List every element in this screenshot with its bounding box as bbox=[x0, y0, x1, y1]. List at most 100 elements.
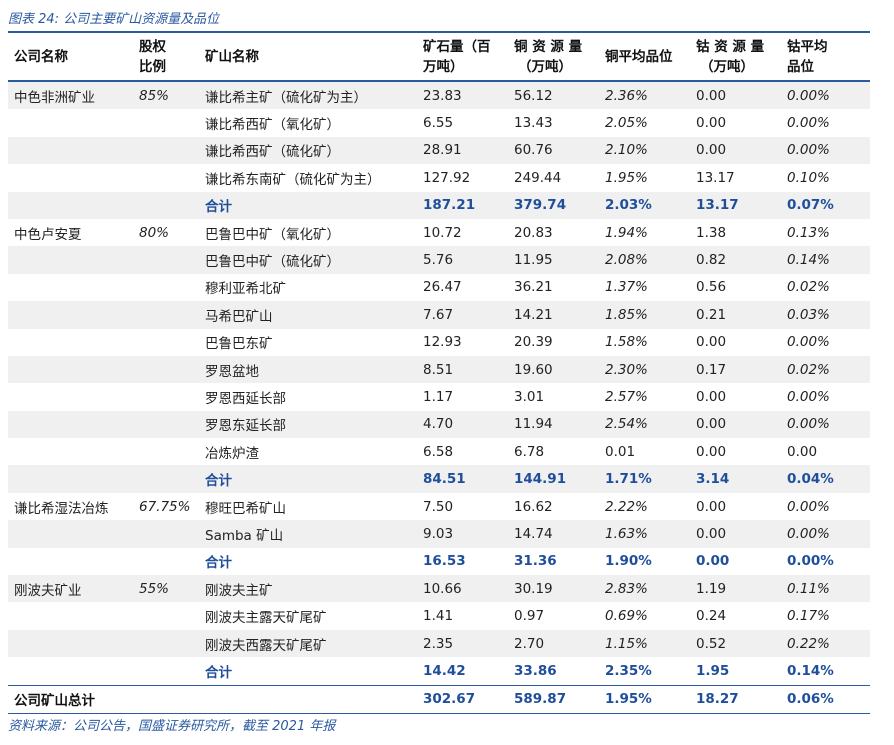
ore-cell: 16.53 bbox=[423, 553, 466, 570]
table-row: 中色卢安夏 80% 巴鲁巴中矿（氧化矿） 10.72 20.83 1.94% 1.38 0.1… bbox=[8, 219, 870, 246]
table-row: 刚波夫主露天矿尾矿 1.41 0.97 0.69% 0.24 0.17% bbox=[8, 602, 870, 629]
co-resource-cell: 1.19 bbox=[690, 575, 781, 603]
header-co-grade-line2: 品位 bbox=[787, 59, 814, 75]
table-body: 中色非洲矿业 85% 谦比希主矿（硫化矿为主） 23.83 56.12 2.36% 0.00… bbox=[8, 81, 870, 685]
cu-resource-cell: 60.76 bbox=[508, 136, 599, 165]
grand-total-co: 18.27 bbox=[690, 684, 781, 714]
ore-cell: 5.76 bbox=[417, 246, 508, 274]
company-cell bbox=[8, 246, 133, 274]
ore-cell: 127.92 bbox=[423, 169, 471, 186]
ratio-cell bbox=[133, 602, 199, 629]
cu-resource-cell: 11.95 bbox=[508, 246, 599, 274]
co-resource-cell: 0.00 bbox=[690, 520, 781, 548]
cu-resource-cell: 20.83 bbox=[514, 224, 553, 241]
ratio-cell bbox=[133, 301, 199, 329]
mine-name-cell: 巴鲁巴中矿（硫化矿） bbox=[199, 246, 417, 274]
company-cell: 谦比希湿法冶炼 bbox=[14, 500, 109, 517]
subtotal-row: 合计 187.21 379.74 2.03% 13.17 0.07% bbox=[8, 191, 870, 219]
cu-grade-cell: 1.37% bbox=[605, 279, 648, 296]
ore-cell: 9.03 bbox=[417, 520, 508, 548]
co-resource-cell: 1.95 bbox=[696, 662, 730, 679]
co-grade-cell: 0.11% bbox=[781, 575, 870, 603]
cu-resource-cell: 2.70 bbox=[508, 629, 599, 658]
table-row: 冶炼炉渣 6.58 6.78 0.01 0.00 0.00 bbox=[8, 438, 870, 465]
co-grade-cell: 0.00% bbox=[781, 410, 870, 439]
company-cell: 中色非洲矿业 bbox=[8, 81, 133, 110]
table-row: 巴鲁巴东矿 12.93 20.39 1.58% 0.00 0.00% bbox=[8, 329, 870, 356]
ratio-cell bbox=[133, 383, 199, 410]
mine-name-cell: 罗恩东延长部 bbox=[199, 410, 417, 439]
ratio-cell bbox=[133, 136, 199, 165]
cu-resource-cell: 36.21 bbox=[514, 279, 553, 296]
mine-name-cell: 罗恩盆地 bbox=[199, 355, 417, 384]
company-cell bbox=[8, 410, 133, 439]
cu-grade-cell: 2.54% bbox=[599, 410, 690, 439]
company-cell bbox=[8, 136, 133, 165]
mine-name-cell: 合计 bbox=[199, 465, 417, 493]
header-cu-line2: （万吨） bbox=[518, 59, 572, 75]
co-resource-cell: 13.17 bbox=[696, 169, 735, 186]
cu-resource-cell: 379.74 bbox=[508, 191, 599, 219]
co-grade-cell: 0.02% bbox=[787, 279, 830, 296]
co-resource-cell: 0.00 bbox=[696, 443, 727, 460]
ratio-cell bbox=[133, 410, 199, 439]
mine-name-cell: 穆利亚希北矿 bbox=[205, 281, 286, 298]
company-cell bbox=[8, 438, 133, 465]
company-cell bbox=[8, 602, 133, 629]
header-ratio: 股权 比例 bbox=[133, 34, 199, 82]
company-cell bbox=[8, 465, 133, 493]
ratio-cell bbox=[133, 629, 199, 658]
cu-resource-cell: 11.94 bbox=[508, 410, 599, 439]
mine-name-cell: 合计 bbox=[205, 664, 232, 681]
cu-grade-cell: 0.01 bbox=[605, 443, 636, 460]
mine-name-cell: 冶炼炉渣 bbox=[205, 445, 259, 462]
ratio-cell bbox=[133, 164, 199, 191]
cu-grade-cell: 2.36% bbox=[599, 81, 690, 110]
cu-grade-cell: 1.58% bbox=[605, 334, 648, 351]
co-grade-cell: 0.14% bbox=[781, 246, 870, 274]
cu-grade-cell: 2.03% bbox=[599, 191, 690, 219]
header-ore-line2: 万吨） bbox=[423, 59, 464, 75]
top-rule bbox=[8, 31, 870, 33]
cu-resource-cell: 144.91 bbox=[508, 465, 599, 493]
ratio-cell bbox=[133, 329, 199, 356]
table-row: 谦比希东南矿（硫化矿为主） 127.92 249.44 1.95% 13.17 0.10% bbox=[8, 164, 870, 191]
table-row: 穆利亚希北矿 26.47 36.21 1.37% 0.56 0.02% bbox=[8, 274, 870, 301]
grand-total-cu-grade: 1.95% bbox=[599, 684, 690, 714]
mine-name-cell: 刚波夫主矿 bbox=[199, 575, 417, 603]
company-cell bbox=[8, 548, 133, 575]
ore-cell: 10.66 bbox=[417, 575, 508, 603]
ore-cell: 10.72 bbox=[423, 224, 462, 241]
cu-grade-cell: 1.71% bbox=[599, 465, 690, 493]
table-row: 刚波夫矿业 55% 刚波夫主矿 10.66 30.19 2.83% 1.19 0.11% bbox=[8, 575, 870, 603]
co-resource-cell: 0.52 bbox=[690, 629, 781, 658]
grand-total-row: 公司矿山总计 302.67 589.87 1.95% 18.27 0.06% bbox=[8, 684, 870, 714]
cu-grade-cell: 1.63% bbox=[599, 520, 690, 548]
co-resource-cell: 0.00 bbox=[690, 136, 781, 165]
ore-cell: 84.51 bbox=[417, 465, 508, 493]
cu-resource-cell: 0.97 bbox=[514, 608, 545, 625]
co-grade-cell: 0.17% bbox=[787, 608, 830, 625]
ore-cell: 7.50 bbox=[423, 498, 454, 515]
cu-grade-cell: 2.35% bbox=[605, 662, 652, 679]
table-row: 巴鲁巴中矿（硫化矿） 5.76 11.95 2.08% 0.82 0.14% bbox=[8, 246, 870, 274]
company-cell bbox=[8, 191, 133, 219]
ratio-cell: 55% bbox=[133, 575, 199, 603]
co-grade-cell: 0.00% bbox=[787, 388, 830, 405]
ore-cell: 6.58 bbox=[423, 443, 454, 460]
grand-total-co-grade: 0.06% bbox=[781, 684, 870, 714]
cu-resource-cell: 13.43 bbox=[514, 115, 553, 132]
header-cu: 铜 资 源 量 （万吨） bbox=[508, 34, 599, 82]
table-row: 中色非洲矿业 85% 谦比希主矿（硫化矿为主） 23.83 56.12 2.36% 0.00… bbox=[8, 81, 870, 110]
ratio-cell bbox=[133, 438, 199, 465]
figure-caption: 图表 24: 公司主要矿山资源量及品位 bbox=[8, 12, 220, 27]
header-co: 钴 资 源 量 （万吨） bbox=[690, 34, 781, 82]
ore-cell: 7.67 bbox=[417, 301, 508, 329]
ore-cell: 1.41 bbox=[423, 608, 454, 625]
co-grade-cell: 0.00% bbox=[781, 520, 870, 548]
cu-resource-cell: 20.39 bbox=[514, 334, 553, 351]
ratio-cell bbox=[133, 274, 199, 301]
cu-resource-cell: 19.60 bbox=[508, 355, 599, 384]
header-cu-line1: 铜 资 源 量 bbox=[514, 39, 583, 55]
cu-grade-cell: 2.08% bbox=[599, 246, 690, 274]
